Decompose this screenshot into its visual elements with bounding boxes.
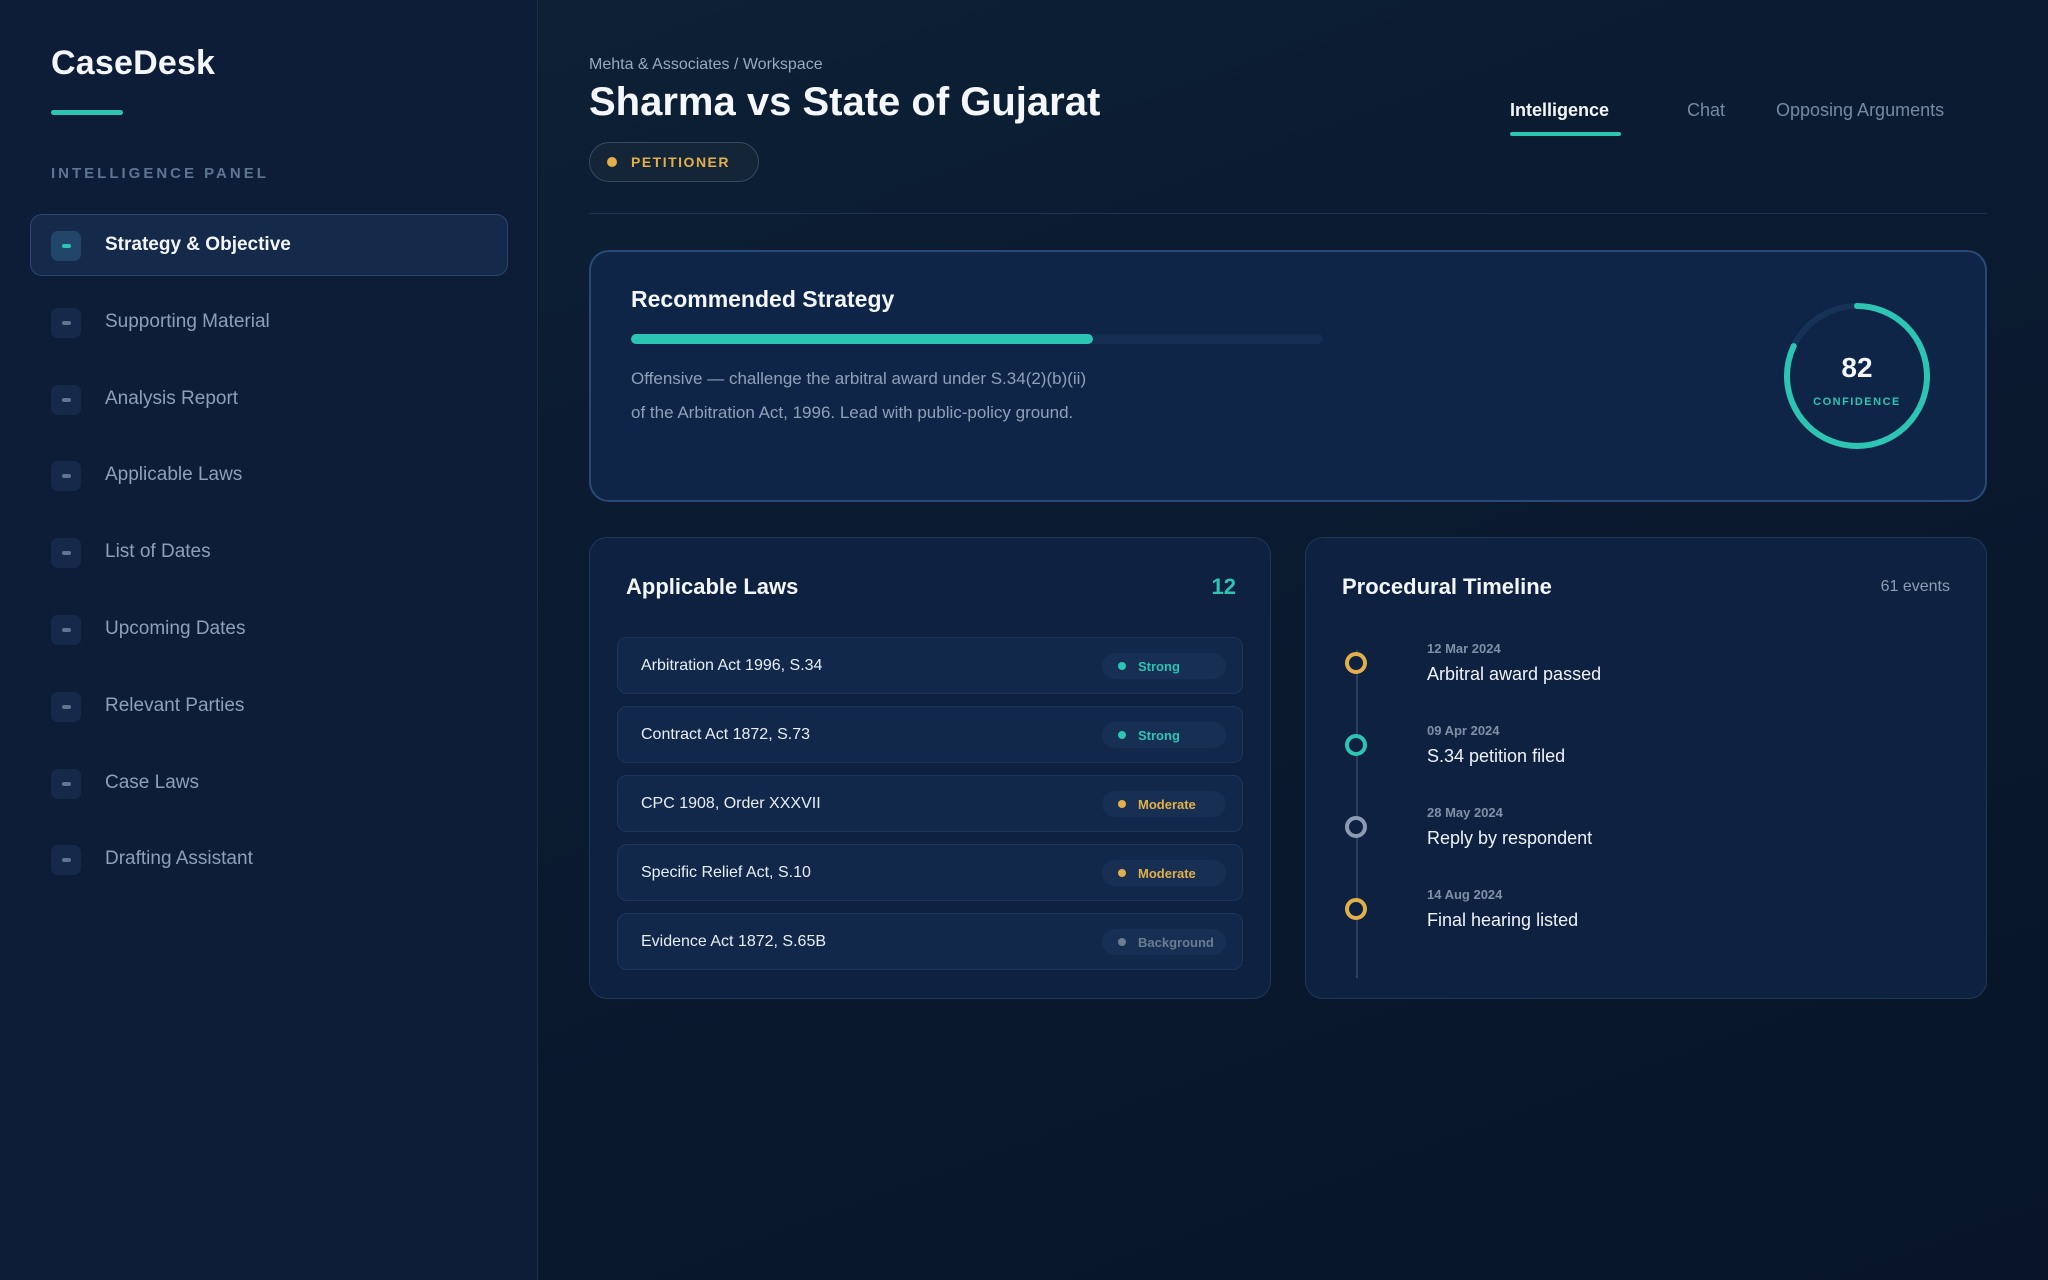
sidebar-item-label: Relevant Parties [105,694,245,716]
strength-label: Background [1138,934,1214,950]
laws-card-title: Applicable Laws [626,574,799,599]
strategy-title: Recommended Strategy [631,286,895,312]
sidebar-item-relevant-parties[interactable]: Relevant Parties [30,675,508,737]
law-row[interactable]: CPC 1908, Order XXXVII Moderate [617,775,1243,832]
procedural-timeline-card: Procedural Timeline 61 events 12 Mar 202… [1305,537,1987,999]
sidebar-item-label: Applicable Laws [105,464,243,486]
timeline-marker-icon [1345,652,1367,674]
sidebar: CaseDesk INTELLIGENCE PANEL Strategy & O… [0,0,538,1280]
strength-label: Strong [1138,727,1180,743]
confidence-gauge: 82 CONFIDENCE [1781,300,1933,452]
strength-pill: Strong [1102,653,1226,679]
sidebar-item-label: Upcoming Dates [105,617,246,639]
sidebar-item-strategy-objective[interactable]: Strategy & Objective [30,214,508,276]
strategy-description: Offensive — challenge the arbitral award… [631,362,1191,430]
sidebar-item-list-of-dates[interactable]: List of Dates [30,521,508,583]
law-name: Contract Act 1872, S.73 [641,726,810,743]
sidebar-item-applicable-laws[interactable]: Applicable Laws [30,444,508,506]
confidence-value: 82 [1841,352,1873,383]
strategy-progress-fill [631,334,1093,344]
strength-dot-icon [1118,731,1126,739]
strategy-description-line: of the Arbitration Act, 1996. Lead with … [631,403,1074,422]
event-date: 28 May 2024 [1427,805,1503,820]
nav-bullet-icon [51,691,81,722]
event-date: 09 Apr 2024 [1427,723,1500,738]
strength-label: Moderate [1138,865,1196,881]
strategy-description-line: Offensive — challenge the arbitral award… [631,369,1087,388]
nav-bullet-icon [51,768,81,799]
law-row[interactable]: Evidence Act 1872, S.65B Background [617,913,1243,970]
breadcrumb[interactable]: Mehta & Associates / Workspace [589,56,823,74]
confidence-label: CONFIDENCE [1813,396,1901,408]
strength-pill: Background [1102,929,1226,955]
active-tab-indicator [1510,132,1621,136]
sidebar-item-case-laws[interactable]: Case Laws [30,752,508,814]
event-text: Reply by respondent [1427,828,1593,848]
timeline-card-title: Procedural Timeline [1342,574,1552,599]
events-count: 61 events [1880,578,1950,595]
nav-bullet-icon [51,461,81,492]
tab-chat[interactable]: Chat [1687,100,1725,121]
sidebar-item-drafting-assistant[interactable]: Drafting Assistant [30,828,508,890]
tab-intelligence[interactable]: Intelligence [1510,100,1609,121]
nav-bullet-icon [51,384,81,415]
role-badge-label: PETITIONER [631,154,731,170]
strength-label: Moderate [1138,796,1196,812]
nav-bullet-icon [51,307,81,338]
logo-accent-bar [51,110,123,115]
sidebar-item-supporting-material[interactable]: Supporting Material [30,291,508,353]
timeline-line [1356,650,1358,978]
sidebar-item-label: Case Laws [105,771,199,793]
main-content: Mehta & Associates / Workspace Sharma vs… [539,0,2048,1280]
sidebar-item-label: Supporting Material [105,310,270,332]
event-date: 12 Mar 2024 [1427,641,1501,656]
strength-pill: Strong [1102,722,1226,748]
law-name: Specific Relief Act, S.10 [641,864,811,881]
nav-bullet-icon [51,538,81,569]
nav-bullet-icon [51,845,81,876]
law-row[interactable]: Arbitration Act 1996, S.34 Strong [617,637,1243,694]
timeline-marker-icon [1345,816,1367,838]
strength-pill: Moderate [1102,860,1226,886]
event-text: Final hearing listed [1427,910,1579,930]
sidebar-item-label: Analysis Report [105,387,239,409]
nav-bullet-icon [51,614,81,645]
law-row[interactable]: Specific Relief Act, S.10 Moderate [617,844,1243,901]
sidebar-item-label: Strategy & Objective [105,234,291,255]
panel-section-label: INTELLIGENCE PANEL [51,165,269,182]
role-badge: PETITIONER [589,142,759,182]
recommended-strategy-card: Recommended Strategy Offensive — challen… [589,250,1987,502]
event-text: S.34 petition filed [1427,746,1566,766]
sidebar-item-analysis-report[interactable]: Analysis Report [30,368,508,430]
badge-dot-icon [607,157,617,167]
sidebar-item-upcoming-dates[interactable]: Upcoming Dates [30,598,508,660]
law-row[interactable]: Contract Act 1872, S.73 Strong [617,706,1243,763]
law-name: Evidence Act 1872, S.65B [641,933,827,950]
strength-dot-icon [1118,662,1126,670]
law-name: Arbitration Act 1996, S.34 [641,657,823,674]
sidebar-item-label: List of Dates [105,541,211,563]
sidebar-item-label: Drafting Assistant [105,848,253,870]
nav-bullet-icon [51,231,81,261]
laws-count: 12 [1211,574,1236,599]
strength-dot-icon [1118,938,1126,946]
timeline-marker-icon [1345,734,1367,756]
strategy-progress-bar [631,334,1323,344]
timeline-marker-icon [1345,898,1367,920]
law-name: CPC 1908, Order XXXVII [641,795,821,812]
strength-dot-icon [1118,800,1126,808]
strength-dot-icon [1118,869,1126,877]
event-date: 14 Aug 2024 [1427,887,1503,902]
event-text: Arbitral award passed [1427,664,1602,684]
tab-opposing-arguments[interactable]: Opposing Arguments [1776,100,1944,121]
page-title: Sharma vs State of Gujarat [589,80,1101,124]
sidebar-nav: Strategy & Objective Supporting Material… [30,214,508,905]
app-logo: CaseDesk [51,44,216,82]
header-divider [589,213,1987,214]
applicable-laws-card: Applicable Laws 12 Arbitration Act 1996,… [589,537,1271,999]
strength-pill: Moderate [1102,791,1226,817]
strength-label: Strong [1138,658,1180,674]
